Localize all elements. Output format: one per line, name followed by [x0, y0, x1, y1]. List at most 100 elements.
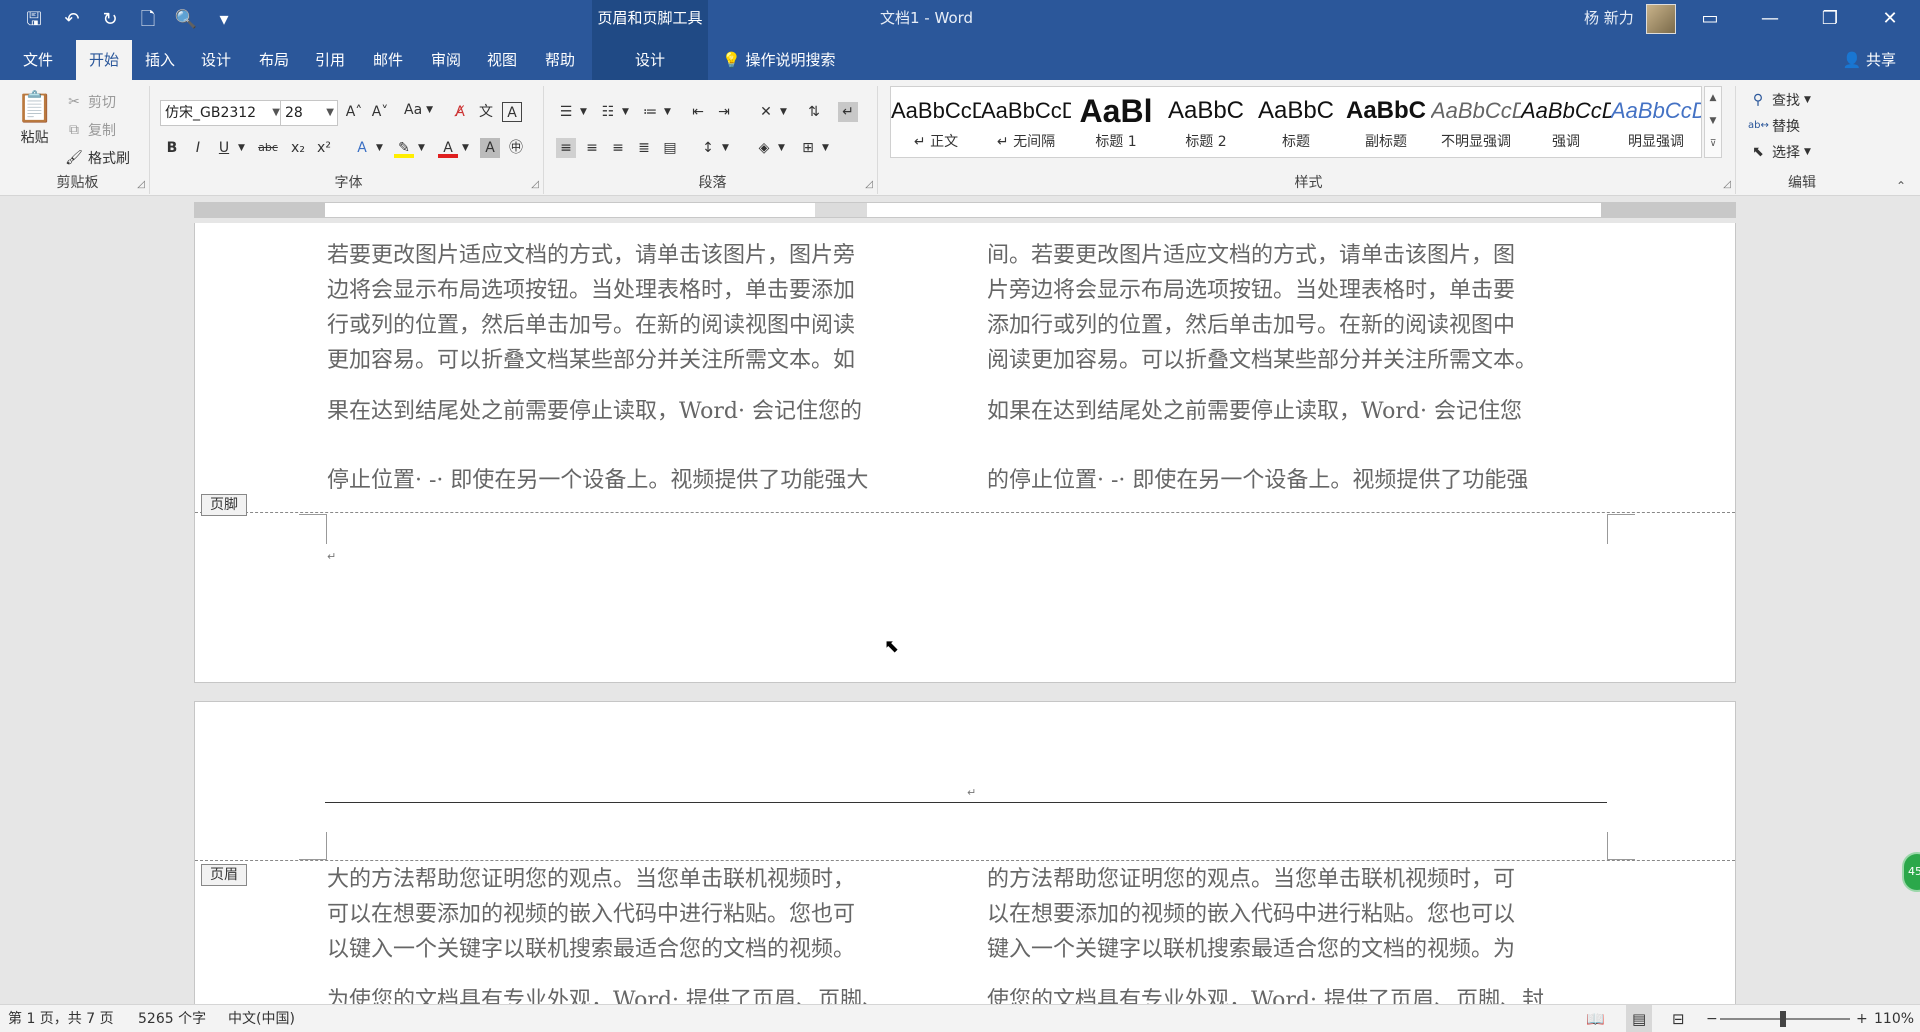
chevron-down-icon[interactable]: ▼	[1705, 110, 1721, 133]
strikethrough-button[interactable]: abc	[258, 138, 278, 158]
collapse-ribbon-icon[interactable]: ⌃	[1896, 179, 1906, 193]
new-document-icon[interactable]: 🗋	[134, 6, 162, 34]
clear-formatting-button[interactable]: A̸	[450, 102, 470, 122]
style-subtitle[interactable]: AaBbC 副标题	[1341, 87, 1431, 157]
style-no-spacing[interactable]: AaBbCcD ↵ 无间隔	[981, 87, 1071, 157]
zoom-in-icon[interactable]: +	[1856, 1005, 1868, 1032]
bold-button[interactable]: B	[162, 138, 182, 158]
tab-view[interactable]: 视图	[484, 40, 520, 80]
subscript-button[interactable]: x₂	[288, 138, 308, 158]
text-column-right[interactable]: 的方法帮助您证明您的观点。当您单击联机视频时，可 以在想要添加的视频的嵌入代码中…	[987, 862, 1544, 1004]
tab-home[interactable]: 开始	[76, 40, 132, 80]
restore-icon[interactable]: ❐	[1800, 0, 1860, 40]
highlight-button[interactable]: ✎ ▼	[394, 138, 425, 158]
shading-button[interactable]: ◈ ▼	[754, 138, 785, 158]
borders-button[interactable]: ⊞ ▼	[798, 138, 829, 158]
styles-gallery-scroll[interactable]: ▲ ▼ ⊽	[1704, 86, 1722, 158]
grow-font-button[interactable]: A˄	[344, 102, 364, 122]
text-column-right[interactable]: 间。若要更改图片适应文档的方式，请单击该图片，图 片旁边将会显示布局选项按钮。当…	[987, 238, 1537, 498]
clipboard-launcher-icon[interactable]: ◿	[137, 179, 145, 190]
align-center-button[interactable]: ≡	[582, 138, 602, 158]
style-title[interactable]: AaBbC 标题	[1251, 87, 1341, 157]
justify-button[interactable]: ≣	[634, 138, 654, 158]
header-tag[interactable]: 页眉	[201, 864, 247, 886]
zoom-level[interactable]: 110%	[1874, 1005, 1914, 1032]
tab-file[interactable]: 文件	[20, 40, 56, 80]
chinese-layout-button[interactable]: ✕ ▼	[756, 102, 787, 122]
undo-icon[interactable]: ↶	[58, 6, 86, 34]
chevron-up-icon[interactable]: ▲	[1705, 87, 1721, 110]
font-name-combo[interactable]: 仿宋_GB2312 ▼	[160, 100, 284, 126]
enclose-characters-button[interactable]: ㊥	[506, 138, 526, 158]
italic-button[interactable]: I	[188, 138, 208, 158]
sort-button[interactable]: ⇅	[804, 102, 824, 122]
shrink-font-button[interactable]: A˅	[370, 102, 390, 122]
tab-design[interactable]: 设计	[198, 40, 234, 80]
paste-button[interactable]: 📋 粘贴	[16, 90, 53, 147]
customize-toolbar-icon[interactable]: ▾	[210, 6, 238, 34]
tab-layout[interactable]: 布局	[256, 40, 292, 80]
ribbon-display-options-icon[interactable]: ▭	[1680, 0, 1740, 40]
character-shading-button[interactable]: A	[480, 138, 500, 158]
style-emphasis[interactable]: AaBbCcD 强调	[1521, 87, 1611, 157]
user-name[interactable]: 杨 新力	[1584, 0, 1634, 36]
style-normal[interactable]: AaBbCcD ↵ 正文	[891, 87, 981, 157]
styles-launcher-icon[interactable]: ◿	[1723, 179, 1731, 190]
tab-mailings[interactable]: 邮件	[370, 40, 406, 80]
format-painter-button[interactable]: 🖌 格式刷	[64, 148, 130, 168]
redo-icon[interactable]: ↻	[96, 6, 124, 34]
tab-references[interactable]: 引用	[312, 40, 348, 80]
floating-badge[interactable]: 45	[1902, 852, 1920, 892]
bullets-button[interactable]: ☰ ▼	[556, 102, 587, 122]
tab-review[interactable]: 审阅	[428, 40, 464, 80]
align-right-button[interactable]: ≡	[608, 138, 628, 158]
text-effects-button[interactable]: A ▼	[352, 138, 383, 158]
font-size-combo[interactable]: 28 ▼	[280, 100, 338, 126]
document-page[interactable]: 若要更改图片适应文档的方式，请单击该图片，图片旁 边将会显示布局选项按钮。当处理…	[194, 223, 1736, 683]
save-icon[interactable]: 🖫	[20, 6, 48, 34]
increase-indent-button[interactable]: ⇥	[714, 102, 734, 122]
multilevel-list-button[interactable]: ≔ ▼	[640, 102, 671, 122]
tab-insert[interactable]: 插入	[142, 40, 178, 80]
style-subtle-emphasis[interactable]: AaBbCcD 不明显强调	[1431, 87, 1521, 157]
document-page[interactable]: ↵ 页眉 大的方法帮助您证明您的观点。当您单击联机视频时， 可以在想要添加的视频…	[194, 701, 1736, 1004]
font-color-button[interactable]: A ▼	[438, 138, 469, 158]
page-count[interactable]: 第 1 页，共 7 页	[8, 1005, 114, 1032]
style-heading-2[interactable]: AaBbC 标题 2	[1161, 87, 1251, 157]
text-column-left[interactable]: 若要更改图片适应文档的方式，请单击该图片，图片旁 边将会显示布局选项按钮。当处理…	[327, 238, 868, 498]
document-canvas[interactable]: 若要更改图片适应文档的方式，请单击该图片，图片旁 边将会显示布局选项按钮。当处理…	[0, 223, 1920, 1004]
numbering-button[interactable]: ☷ ▼	[598, 102, 629, 122]
distributed-button[interactable]: ▤	[660, 138, 680, 158]
web-layout-icon[interactable]: ⊟	[1672, 1005, 1685, 1032]
line-spacing-button[interactable]: ↕ ▼	[698, 138, 729, 158]
change-case-button[interactable]: Aa ▼	[404, 102, 433, 118]
tell-me-search[interactable]: 💡 操作说明搜索	[722, 40, 835, 80]
tab-header-footer-design[interactable]: 设计	[592, 40, 708, 80]
superscript-button[interactable]: x²	[314, 138, 334, 158]
minimize-icon[interactable]: —	[1740, 0, 1800, 40]
share-button[interactable]: 👤 共享	[1843, 40, 1896, 80]
style-heading-1[interactable]: AaBl 标题 1	[1071, 87, 1161, 157]
tab-help[interactable]: 帮助	[542, 40, 578, 80]
select-button[interactable]: ⬉ 选择 ▼	[1748, 142, 1811, 162]
print-preview-icon[interactable]: 🔍	[172, 6, 200, 34]
cut-button[interactable]: ✂ 剪切	[64, 92, 116, 112]
find-button[interactable]: ⚲ 查找 ▼	[1748, 90, 1811, 110]
word-count[interactable]: 5265 个字	[138, 1005, 206, 1032]
print-layout-icon[interactable]: ▤	[1626, 1005, 1653, 1032]
character-border-button[interactable]: A	[502, 102, 522, 122]
zoom-out-icon[interactable]: −	[1706, 1005, 1718, 1032]
underline-button[interactable]: U ▼	[214, 138, 245, 158]
ruler-column-gap[interactable]	[815, 203, 867, 217]
phonetic-guide-button[interactable]: 文	[476, 102, 496, 122]
align-left-button[interactable]: ≡	[556, 138, 576, 158]
decrease-indent-button[interactable]: ⇤	[688, 102, 708, 122]
zoom-slider-thumb[interactable]	[1780, 1011, 1786, 1027]
paragraph-launcher-icon[interactable]: ◿	[865, 179, 873, 190]
close-icon[interactable]: ✕	[1860, 0, 1920, 40]
footer-tag[interactable]: 页脚	[201, 494, 247, 516]
font-launcher-icon[interactable]: ◿	[531, 179, 539, 190]
language-indicator[interactable]: 中文(中国)	[228, 1005, 295, 1032]
text-column-left[interactable]: 大的方法帮助您证明您的观点。当您单击联机视频时， 可以在想要添加的视频的嵌入代码…	[327, 862, 884, 1004]
show-marks-button[interactable]: ↵	[838, 102, 858, 122]
